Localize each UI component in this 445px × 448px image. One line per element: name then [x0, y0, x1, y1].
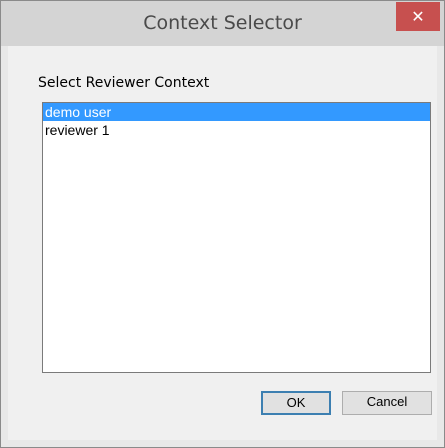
dialog-body: Select Reviewer Context demo user review…	[8, 46, 437, 440]
list-item-demo-user[interactable]: demo user	[43, 103, 430, 121]
select-context-label: Select Reviewer Context	[38, 75, 210, 91]
reviewer-context-list[interactable]: demo user reviewer 1	[42, 102, 431, 373]
ok-button[interactable]: OK	[261, 391, 331, 415]
cancel-button[interactable]: Cancel	[342, 391, 432, 415]
title-bar[interactable]: Context Selector ✕	[1, 1, 444, 46]
list-item-reviewer-1[interactable]: reviewer 1	[43, 121, 430, 139]
close-button[interactable]: ✕	[396, 2, 440, 31]
close-icon: ✕	[411, 7, 425, 26]
context-selector-window: Context Selector ✕ Select Reviewer Conte…	[0, 0, 445, 448]
window-title: Context Selector	[143, 12, 302, 34]
